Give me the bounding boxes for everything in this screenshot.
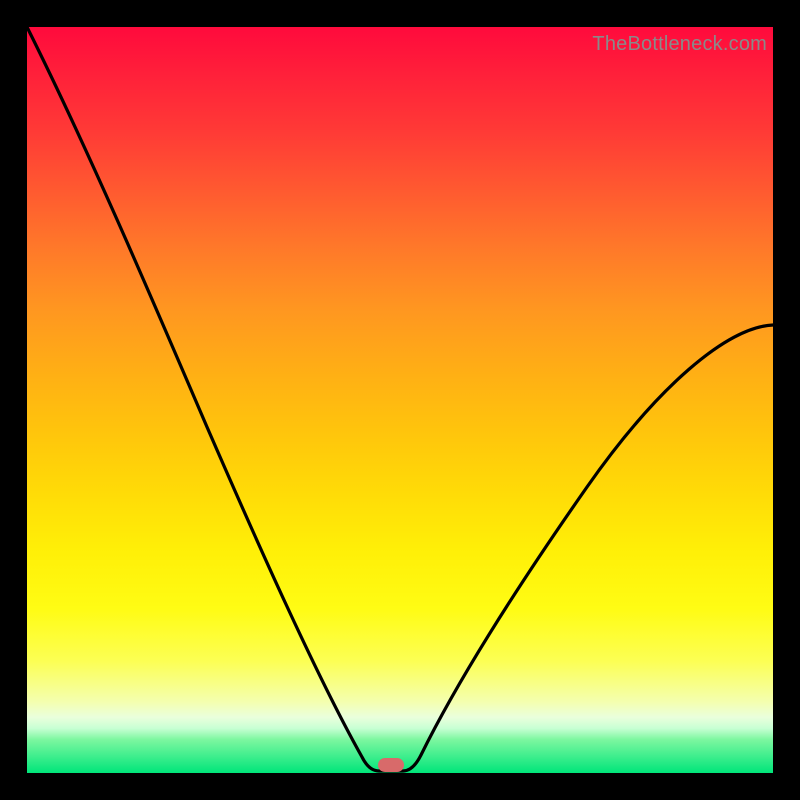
bottleneck-curve xyxy=(27,27,773,773)
plot-area: TheBottleneck.com xyxy=(27,27,773,773)
optimal-marker xyxy=(378,758,404,772)
chart-container: TheBottleneck.com xyxy=(0,0,800,800)
curve-path xyxy=(27,27,773,771)
